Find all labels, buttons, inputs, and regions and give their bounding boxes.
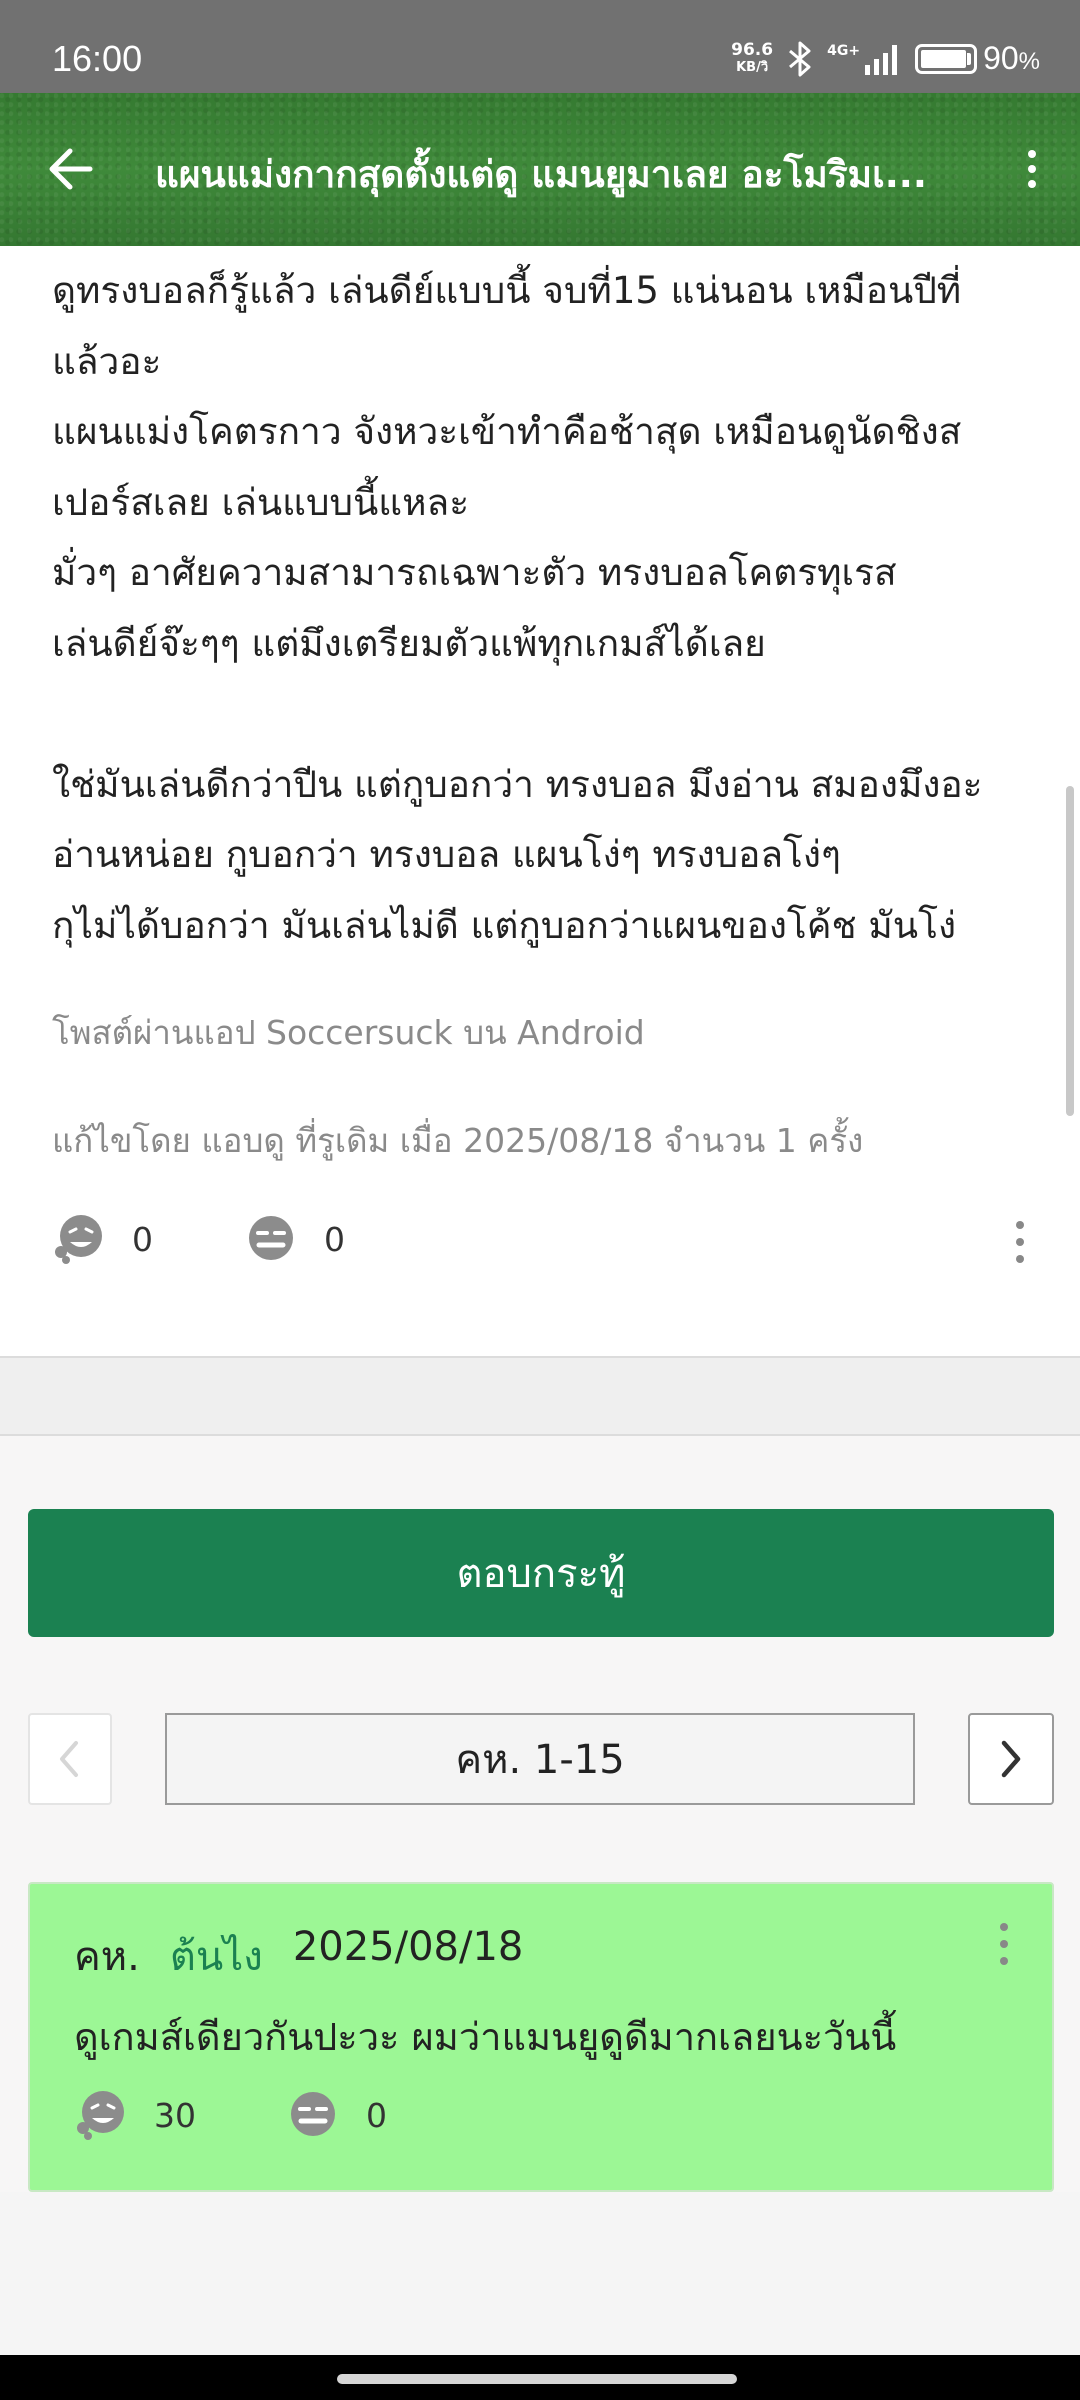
post-more-button[interactable]: [1000, 1212, 1040, 1272]
dislike-count: 0: [324, 1219, 345, 1259]
comment-dislike-count: 0: [366, 2095, 387, 2135]
arrow-left-icon: [49, 148, 93, 190]
more-vertical-icon: [1028, 150, 1036, 158]
section-divider: [0, 1356, 1080, 1436]
thread-title: แผนแม่งกากสุดตั้งแต่ดู แมนยูมาเลย อะโมริ…: [155, 153, 927, 196]
network-speed-value: 96.6: [731, 39, 774, 60]
network-speed: 96.6 KB/วิ: [731, 39, 774, 76]
annoyed-face-icon: [291, 2092, 335, 2136]
comment-username[interactable]: ต้นไง: [170, 1924, 263, 1988]
posted-via-text: โพสต์ผ่านแอป Soccersuck บน Android: [52, 1013, 645, 1052]
post-line: มั่วๆ อาศัยความสามารถเฉพาะตัว ทรงบอลโคตร…: [52, 551, 897, 594]
post-line: กุไม่ได้บอกว่า มันเล่นไม่ดี แต่กูบอกว่าแ…: [52, 903, 957, 947]
battery-percent: 90%: [983, 40, 1040, 76]
app-bar: แผนแม่งกากสุดตั้งแต่ดู แมนยูมาเลย อะโมริ…: [0, 93, 1080, 246]
comment-dislike-button[interactable]: 0: [286, 2088, 387, 2142]
like-reaction-button[interactable]: 0: [52, 1212, 153, 1266]
annoyed-face-icon: [249, 1216, 293, 1260]
post-line: อ่านหน่อย กูบอกว่า ทรงบอล แผนโง่ๆ ทรงบอล…: [52, 833, 841, 876]
comment-more-button[interactable]: [984, 1914, 1024, 1974]
previous-page-button[interactable]: [28, 1713, 112, 1805]
chevron-right-icon: [1001, 1740, 1021, 1778]
network-type: 4G+: [827, 42, 861, 59]
more-vertical-icon: [1016, 1221, 1024, 1229]
bluetooth-icon: [789, 41, 811, 76]
comment-prefix: คห.: [74, 1934, 140, 1980]
bottom-empty-area: [0, 2192, 1080, 2355]
post-line: เล่นดีย์จ๊ะๆๆ แต่มึงเตรียมตัวแพ้ทุกเกมส์…: [52, 621, 766, 665]
back-button[interactable]: [40, 137, 104, 201]
drooling-face-icon: [55, 1215, 102, 1264]
post-line-blank: [52, 679, 1042, 750]
reply-thread-button[interactable]: ตอบกระทู้: [28, 1509, 1054, 1637]
post-line: แล้วอะ: [52, 339, 162, 383]
post-line: ดูทรงบอลก็รู้แล้ว เล่นดีย์แบบนี้ จบที่15…: [52, 269, 962, 312]
like-count: 0: [132, 1219, 153, 1259]
status-bar: 16:00 96.6 KB/วิ 4G+ 90%: [0, 0, 1080, 93]
post-card: ดูทรงบอลก็รู้แล้ว เล่นดีย์แบบนี้ จบที่15…: [0, 246, 1080, 1356]
comment-like-button[interactable]: 30: [74, 2088, 196, 2142]
network-speed-unit: KB/วิ: [736, 59, 769, 75]
next-page-button[interactable]: [968, 1713, 1054, 1805]
more-vertical-icon: [1000, 1923, 1008, 1931]
dislike-reaction-button[interactable]: 0: [244, 1212, 345, 1266]
page-range-selector[interactable]: คห. 1-15: [165, 1713, 915, 1805]
status-icons: 96.6 KB/วิ 4G+ 90%: [731, 40, 1040, 77]
home-indicator[interactable]: [337, 2374, 737, 2384]
post-body: ดูทรงบอลก็รู้แล้ว เล่นดีย์แบบนี้ จบที่15…: [52, 256, 1042, 961]
signal-icon: 4G+: [827, 43, 903, 75]
drooling-face-icon: [77, 2091, 124, 2140]
battery-icon: [915, 43, 978, 74]
more-menu-button[interactable]: [1004, 141, 1060, 197]
status-time: 16:00: [52, 38, 143, 79]
comment-header: คห. ต้นไง 2025/08/18: [74, 1924, 523, 1988]
chevron-left-icon: [60, 1741, 78, 1777]
scrollbar-thumb[interactable]: [1066, 786, 1074, 1116]
comment-body: ดูเกมส์เดียวกันปะวะ ผมว่าแมนยูดูดีมากเลย…: [74, 2015, 897, 2059]
post-line: ใช่มันเล่นดีกว่าปีน แต่กูบอกว่า ทรงบอล ม…: [52, 762, 983, 806]
edited-info-text: แก้ไขโดย แอบดู ที่รูเดิม เมื่อ 2025/08/1…: [52, 1121, 864, 1160]
comment-date: 2025/08/18: [292, 1924, 524, 1970]
post-line: แผนแม่งโคตรกาว จังหวะเข้าทำคือช้าสุด เหม…: [52, 410, 962, 453]
comment-card: คห. ต้นไง 2025/08/18 ดูเกมส์เดียวกันปะวะ…: [28, 1882, 1054, 2192]
comment-like-count: 30: [154, 2095, 196, 2135]
post-line: เปอร์สเลย เล่นแบบนี้แหละ: [52, 480, 470, 524]
